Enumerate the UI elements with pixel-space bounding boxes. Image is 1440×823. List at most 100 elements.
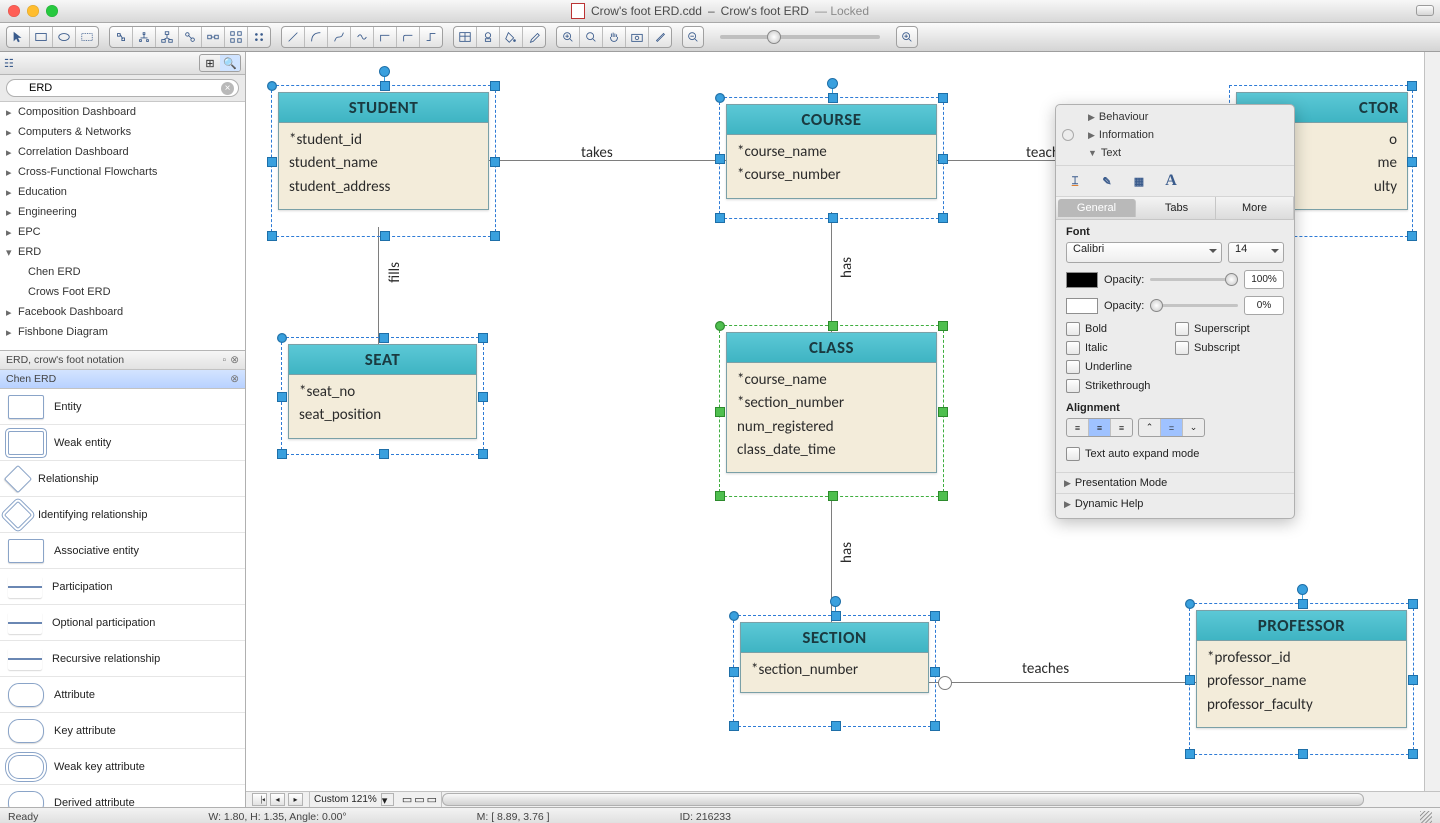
line-tool[interactable]: [282, 27, 305, 47]
zoom-dropdown-icon[interactable]: ▾: [381, 793, 394, 806]
cluster-tool[interactable]: [248, 27, 270, 47]
tree-item[interactable]: ▸Facebook Dashboard: [0, 302, 245, 322]
tree-tool-4[interactable]: [179, 27, 202, 47]
stencil-item[interactable]: Key attribute: [0, 713, 245, 749]
snapshot-tool[interactable]: [626, 27, 649, 47]
zoom-icon[interactable]: [46, 5, 58, 17]
inspector-group-information[interactable]: ▶Information: [1080, 126, 1288, 144]
tree-item[interactable]: ▸Correlation Dashboard: [0, 142, 245, 162]
align-left-icon[interactable]: ≡: [1067, 419, 1089, 436]
zoom-fit-tool[interactable]: [557, 27, 580, 47]
rotate-handle-icon[interactable]: [1297, 584, 1308, 595]
conn-has2[interactable]: [831, 492, 832, 622]
inspector-target-icon[interactable]: [1062, 129, 1074, 141]
chk-sub[interactable]: Subscript: [1175, 341, 1284, 355]
tree-item[interactable]: ▸Engineering: [0, 202, 245, 222]
canvas-area[interactable]: takes teaches fills has has teaches STUD…: [246, 52, 1440, 807]
text-tool[interactable]: [76, 27, 98, 47]
zoom-slider-knob[interactable]: [767, 30, 781, 44]
spline-tool[interactable]: [351, 27, 374, 47]
zoom-in-button[interactable]: [896, 26, 918, 48]
entity-student[interactable]: STUDENT *student_id student_name student…: [278, 92, 489, 210]
table-tool[interactable]: [454, 27, 477, 47]
stencil-item[interactable]: Weak key attribute: [0, 749, 245, 785]
entity-class[interactable]: CLASS *course_name *section_number num_r…: [726, 332, 937, 473]
chk-underline[interactable]: Underline: [1066, 360, 1175, 374]
entity-course[interactable]: COURSE *course_name *course_number: [726, 104, 937, 199]
entity-professor[interactable]: PROFESSOR *professor_id professor_name p…: [1196, 610, 1407, 728]
font-select[interactable]: Calibri: [1066, 242, 1222, 263]
stencil-item[interactable]: Associative entity: [0, 533, 245, 569]
stencil-list[interactable]: EntityWeak entityRelationshipIdentifying…: [0, 389, 245, 807]
pointer-tool[interactable]: [7, 27, 30, 47]
rectangle-tool[interactable]: [30, 27, 53, 47]
tree-tool-2[interactable]: [133, 27, 156, 47]
tree-item[interactable]: Chen ERD: [0, 262, 245, 282]
highlight-icon[interactable]: ✎: [1096, 172, 1118, 190]
tree-item[interactable]: ▸EPC: [0, 222, 245, 242]
arc-tool[interactable]: [305, 27, 328, 47]
tab-general[interactable]: General: [1058, 199, 1136, 217]
stencil-section-2[interactable]: Chen ERD ⊗: [0, 370, 245, 389]
search-view-icon[interactable]: 🔍: [220, 55, 240, 71]
stencil-item[interactable]: Participation: [0, 569, 245, 605]
sidebar-view-toggle[interactable]: ⊞ 🔍: [199, 54, 241, 72]
stencil-item[interactable]: Derived attribute: [0, 785, 245, 807]
underline-color-icon[interactable]: ⌶: [1064, 172, 1086, 190]
inspector-panel[interactable]: ▶Behaviour ▶Information ▼Text ⌶ ✎ ▦ A Ge…: [1055, 104, 1295, 519]
stencil-section-1[interactable]: ERD, crow's foot notation ▫⊗: [0, 351, 245, 370]
h-align-group[interactable]: ≡ ≡ ≡: [1066, 418, 1133, 437]
close-section2-icon[interactable]: ⊗: [230, 373, 239, 385]
view-mode-2-icon[interactable]: ▭: [414, 793, 424, 806]
tree-item[interactable]: ▸Computers & Networks: [0, 122, 245, 142]
opacity2-slider[interactable]: [1150, 304, 1238, 307]
elbow-tool[interactable]: [374, 27, 397, 47]
stencil-item[interactable]: Attribute: [0, 677, 245, 713]
zoom-out-button[interactable]: [682, 26, 704, 48]
font-size-select[interactable]: 14: [1228, 242, 1284, 263]
conn-teaches[interactable]: [926, 682, 1196, 683]
hscroll-track[interactable]: [442, 792, 1440, 807]
resize-handle-icon[interactable]: [1420, 811, 1432, 823]
inspector-presentation[interactable]: ▶Presentation Mode: [1056, 472, 1294, 493]
tab-tabs[interactable]: Tabs: [1138, 197, 1216, 219]
chk-auto-expand[interactable]: Text auto expand mode: [1066, 447, 1284, 461]
inspector-group-behaviour[interactable]: ▶Behaviour: [1080, 108, 1288, 126]
v-align-group[interactable]: ⌃ = ⌄: [1138, 418, 1205, 437]
tab-more[interactable]: More: [1216, 197, 1294, 219]
library-tree[interactable]: ▸Composition Dashboard▸Computers & Netwo…: [0, 102, 245, 351]
tree-item[interactable]: ▸Cross-Functional Flowcharts: [0, 162, 245, 182]
tree-item[interactable]: Crows Foot ERD: [0, 282, 245, 302]
tree-item[interactable]: ▸Education: [0, 182, 245, 202]
minimize-icon[interactable]: [27, 5, 39, 17]
page-prev-icon[interactable]: ◂: [270, 793, 285, 806]
fill-tool[interactable]: [500, 27, 523, 47]
clear-search-icon[interactable]: ×: [221, 82, 234, 95]
zoom-tool[interactable]: [580, 27, 603, 47]
align-bottom-icon[interactable]: ⌄: [1183, 419, 1204, 436]
rotate-handle-icon[interactable]: [379, 66, 390, 77]
font-icon[interactable]: A: [1160, 172, 1182, 190]
grid-view-icon[interactable]: ⊞: [200, 55, 220, 71]
sidebar-tree-icon[interactable]: ☷: [4, 57, 14, 70]
pen-tool[interactable]: [649, 27, 671, 47]
tree-item[interactable]: ▾ERD: [0, 242, 245, 262]
stencil-item[interactable]: Weak entity: [0, 425, 245, 461]
hand-tool[interactable]: [603, 27, 626, 47]
stencil-item[interactable]: Optional participation: [0, 605, 245, 641]
chain-tool[interactable]: [202, 27, 225, 47]
tree-tool-3[interactable]: [156, 27, 179, 47]
align-center-icon[interactable]: ≡: [1089, 419, 1111, 436]
tree-item[interactable]: ▸Fishbone Diagram: [0, 322, 245, 342]
opacity1-slider[interactable]: [1150, 278, 1238, 281]
page-first-icon[interactable]: ⎹◂: [252, 793, 267, 806]
align-right-icon[interactable]: ≡: [1111, 419, 1132, 436]
rotate-handle-icon[interactable]: [827, 78, 838, 89]
save-icon[interactable]: ▫: [222, 354, 226, 366]
stencil-item[interactable]: Recursive relationship: [0, 641, 245, 677]
layout-tool[interactable]: [225, 27, 248, 47]
chk-bold[interactable]: Bold: [1066, 322, 1175, 336]
table-icon[interactable]: ▦: [1128, 172, 1150, 190]
stencil-item[interactable]: Identifying relationship: [0, 497, 245, 533]
round-elbow-tool[interactable]: [397, 27, 420, 47]
